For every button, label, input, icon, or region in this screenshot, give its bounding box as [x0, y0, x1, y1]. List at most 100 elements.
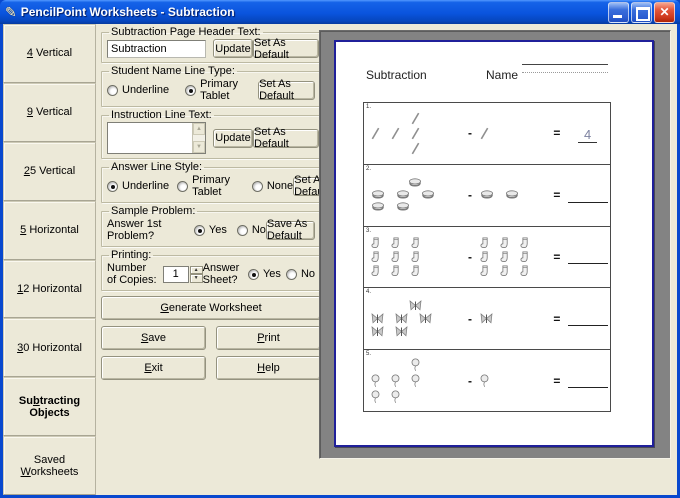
exit-button[interactable]: Exit	[101, 356, 206, 380]
answer-area	[565, 380, 610, 389]
header-text-input[interactable]	[107, 39, 206, 58]
sidebar-item-saved-worksheets[interactable]: Saved Worksheets	[3, 436, 96, 495]
answer-sheet-label: Answer Sheet?	[202, 262, 240, 286]
object-group	[478, 236, 548, 278]
sample-problem-group-title: Sample Problem:	[111, 205, 196, 217]
header-update-button[interactable]: Update	[213, 39, 253, 58]
equals-sign: =	[553, 311, 561, 326]
object-group	[369, 177, 462, 213]
answer-line-group-title: Answer Line Style:	[111, 161, 203, 173]
scroll-down-icon[interactable]: ▼	[193, 141, 205, 153]
problem-row: 3. - =	[364, 227, 610, 289]
answer-primary-tablet-radio[interactable]: Primary Tablet	[177, 174, 244, 198]
scroll-up-icon[interactable]: ▲	[193, 123, 205, 135]
balloon-icon	[371, 374, 380, 388]
butterfly-icon	[395, 313, 408, 324]
sidebar-item-4-vertical[interactable]: 4 Vertical	[3, 24, 96, 83]
spinner-down-icon[interactable]: ▼	[189, 274, 203, 283]
save-button[interactable]: Save	[101, 326, 206, 350]
pencil-app-icon: ✎	[5, 4, 17, 20]
instruction-textarea[interactable]: ▲ ▼	[107, 122, 206, 154]
sample-no-radio[interactable]: No	[236, 224, 266, 236]
print-button[interactable]: Print	[216, 326, 321, 350]
sock-icon	[480, 237, 489, 249]
answer-underline-radio[interactable]: Underline	[107, 180, 169, 192]
instruction-set-default-button[interactable]: Set As Default	[253, 126, 319, 150]
sidebar-item-25-vertical[interactable]: 25 Vertical	[3, 141, 96, 201]
butterfly-icon	[395, 326, 408, 337]
object-group	[478, 189, 548, 201]
textarea-scrollbar[interactable]: ▲ ▼	[192, 123, 205, 153]
problem-row: 4. - =	[364, 288, 610, 351]
generate-worksheet-button[interactable]: Generate Worksheet	[101, 296, 321, 320]
problem-row: 5. - =	[364, 350, 610, 411]
hotdog-icon	[505, 190, 519, 200]
sock-icon	[520, 265, 529, 277]
name-primary-tablet-radio[interactable]: Primary Tablet	[185, 78, 258, 102]
balloon-icon	[391, 374, 400, 388]
balloon-icon	[411, 374, 420, 388]
slash-icon	[411, 112, 420, 125]
close-button[interactable]	[654, 1, 675, 23]
hotdog-icon	[480, 190, 494, 200]
radio-dot	[285, 268, 297, 280]
radio-dot	[193, 224, 205, 236]
answer-sheet-yes-radio[interactable]: Yes	[247, 268, 281, 280]
minus-sign: -	[467, 188, 472, 203]
copies-spinner[interactable]: 1 ▲ ▼	[162, 265, 203, 283]
worksheet-problems: 1. - = 4 2. - = 3. - = 4. - = 5. - =	[363, 102, 611, 412]
sidebar-item-label: 12 Horizontal	[17, 282, 82, 295]
sidebar-item-30-horizontal[interactable]: 30 Horizontal	[3, 318, 96, 378]
radio-label: Yes	[208, 224, 227, 236]
answer-none-radio[interactable]: None	[251, 180, 293, 192]
window-title: PencilPoint Worksheets - Subtraction	[20, 5, 235, 19]
sidebar-item-label: 9 Vertical	[26, 106, 73, 119]
sock-icon	[411, 237, 420, 249]
minus-sign: -	[467, 311, 472, 326]
butterfly-icon	[419, 313, 432, 324]
sidebar-item-5-horizontal[interactable]: 5 Horizontal	[3, 200, 96, 260]
sample-yes-radio[interactable]: Yes	[193, 224, 227, 236]
sidebar-item-subtracting-objects[interactable]: Subtracting Objects	[3, 377, 96, 437]
sidebar-item-label: 5 Horizontal	[20, 224, 79, 237]
radio-dot	[251, 180, 263, 192]
slash-icon	[411, 142, 420, 155]
minimize-button[interactable]	[608, 1, 629, 23]
problem-number: 4.	[366, 289, 372, 296]
spinner-up-icon[interactable]: ▲	[189, 265, 203, 274]
header-set-default-button[interactable]: Set As Default	[253, 37, 319, 61]
answer-sheet-no-radio[interactable]: No	[285, 268, 315, 280]
radio-label: Primary Tablet	[192, 174, 230, 198]
instruction-update-button[interactable]: Update	[213, 128, 253, 148]
problem-row: 2. - =	[364, 165, 610, 227]
copies-value: 1	[162, 265, 189, 283]
sock-icon	[520, 251, 529, 263]
name-set-default-button[interactable]: Set As Default	[258, 78, 315, 102]
sample-save-default-button[interactable]: Save As Default	[265, 218, 315, 242]
sample-answer: 4	[577, 127, 598, 144]
name-underline-radio[interactable]: Underline	[107, 84, 169, 96]
instruction-group-title: Instruction Line Text:	[111, 109, 212, 121]
problem-number: 3.	[366, 227, 372, 234]
sidebar-item-9-vertical[interactable]: 9 Vertical	[3, 82, 96, 142]
sidebar-item-label: Saved Worksheets	[20, 453, 79, 478]
butterfly-icon	[371, 326, 384, 337]
balloon-icon	[411, 358, 420, 372]
sidebar-item-12-horizontal[interactable]: 12 Horizontal	[3, 259, 96, 319]
sock-icon	[371, 237, 380, 249]
radio-label: Underline	[122, 180, 170, 192]
sidebar-item-label: 4 Vertical	[26, 47, 73, 60]
sock-icon	[391, 251, 400, 263]
radio-label: No	[251, 224, 266, 236]
radio-dot	[107, 180, 118, 192]
minus-sign: -	[467, 249, 472, 264]
equals-sign: =	[553, 249, 561, 264]
name-tablet-line	[522, 64, 608, 73]
slash-icon	[391, 127, 400, 140]
worksheet-page: Subtraction Name 1. - = 4 2. - = 3. - = 4. - = 5. - =	[334, 40, 654, 447]
maximize-button[interactable]	[631, 1, 652, 23]
help-button[interactable]: Help	[216, 356, 321, 380]
radio-label: Primary Tablet	[200, 78, 238, 102]
answer-line	[567, 201, 608, 203]
sock-icon	[391, 265, 400, 277]
